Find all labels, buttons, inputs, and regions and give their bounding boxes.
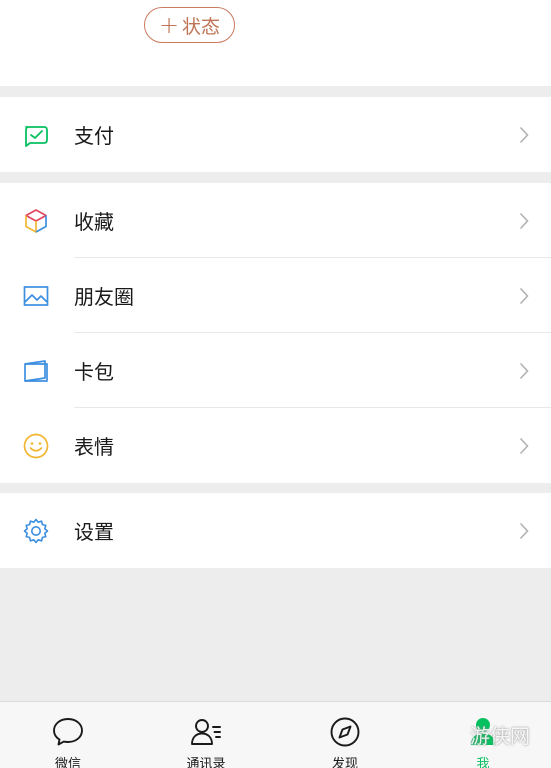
profile-header: + 状态 — [0, 0, 551, 86]
tab-label: 发现 — [331, 757, 358, 768]
tab-label: 微信 — [54, 757, 81, 768]
menu-item-favorites[interactable]: 收藏 — [0, 183, 551, 258]
card-icon — [24, 359, 48, 382]
chevron-right-icon — [519, 287, 529, 304]
status-button-label: 状态 — [182, 15, 221, 38]
menu-item-label: 收藏 — [74, 209, 114, 234]
menu-item-label: 支付 — [74, 123, 114, 148]
gear-icon — [23, 518, 49, 543]
chevron-right-icon — [519, 212, 529, 229]
menu-item-pay[interactable]: 支付 — [0, 97, 551, 172]
tab-chats[interactable]: 微信 — [28, 702, 108, 768]
menu-group-pay: 支付 — [0, 97, 551, 172]
menu-group-settings: 设置 — [0, 493, 551, 568]
picture-icon — [23, 285, 49, 306]
menu-item-label: 设置 — [74, 519, 114, 544]
menu-item-stickers[interactable]: 表情 — [0, 408, 551, 483]
menu-item-cards[interactable]: 卡包 — [0, 333, 551, 408]
menu-item-label: 表情 — [74, 434, 114, 459]
menu-item-label: 卡包 — [74, 359, 114, 384]
add-status-button[interactable]: + 状态 — [144, 7, 235, 43]
tab-contacts[interactable]: 通讯录 — [166, 702, 246, 768]
cube-icon — [25, 208, 47, 233]
menu-item-settings[interactable]: 设置 — [0, 493, 551, 568]
tab-discover[interactable]: 发现 — [305, 702, 385, 768]
contacts-icon — [191, 719, 221, 745]
smiley-icon — [23, 433, 49, 458]
chevron-right-icon — [519, 362, 529, 379]
menu-group-main: 收藏 朋友圈 卡包 表情 — [0, 183, 551, 483]
menu-item-label: 朋友圈 — [74, 284, 134, 309]
wallet-check-icon — [25, 125, 48, 147]
chat-bubble-icon — [53, 718, 83, 746]
plus-icon: + — [158, 11, 180, 39]
chevron-right-icon — [519, 437, 529, 454]
bottom-tab-bar: 微信 通讯录 发现 我 — [0, 701, 551, 768]
tab-label: 通讯录 — [186, 757, 226, 768]
chevron-right-icon — [519, 126, 529, 143]
chevron-right-icon — [519, 522, 529, 539]
menu-item-moments[interactable]: 朋友圈 — [0, 258, 551, 333]
tab-label: 我 — [476, 757, 490, 768]
compass-icon — [330, 717, 360, 747]
watermark: 游侠网 — [470, 724, 530, 748]
